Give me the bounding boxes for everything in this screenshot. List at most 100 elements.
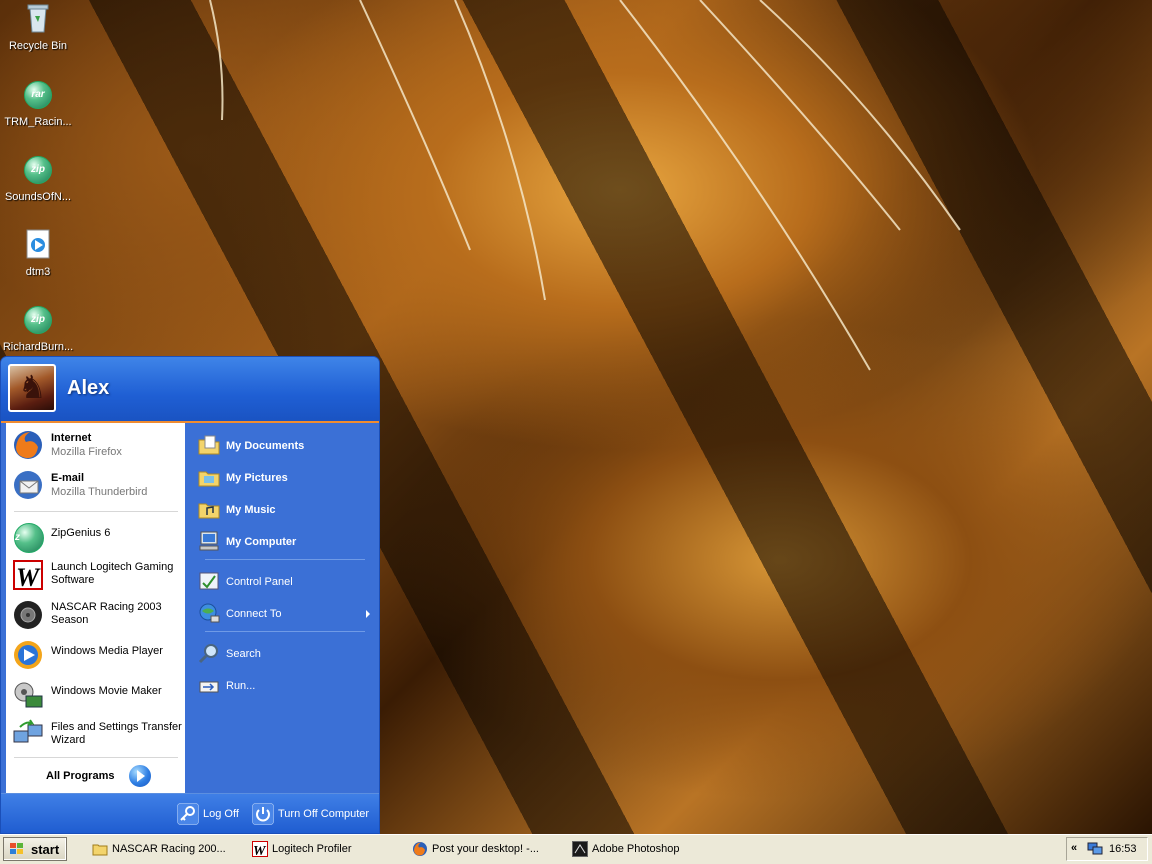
start-menu-footer: Log Off Turn Off Computer [1,793,379,833]
desktop-icon-sounds[interactable]: zip SoundsOfN... [0,153,76,203]
start-menu-header: Alex [1,357,379,423]
tool-run[interactable]: Run... [198,671,374,699]
program-zipgenius[interactable]: z ZipGenius 6 [10,519,182,555]
separator [14,757,178,758]
logitech-w-icon: W [13,560,43,591]
firefox-icon [14,431,42,459]
desktop-icon-dtm3[interactable]: dtm3 [0,228,76,278]
thunderbird-icon [14,471,42,499]
pinned-email[interactable]: E-mail Mozilla Thunderbird [10,467,182,503]
program-windows-movie-maker[interactable]: Windows Movie Maker [10,677,182,713]
system-tray: « 16:53 [1066,837,1148,861]
system-control-panel[interactable]: Control Panel [198,567,374,595]
task-label: Logitech Profiler [272,843,352,855]
my-music-icon [198,503,220,519]
start-menu-places: My Documents My Pictures My Music My Com… [191,423,379,793]
place-label: My Documents [226,440,305,452]
program-label: Launch Logitech Gaming Software [51,561,174,586]
all-programs-button[interactable]: All Programs [6,759,185,789]
my-documents-icon [198,435,220,455]
task-logitech-profiler[interactable]: W Logitech Profiler [248,838,402,860]
turn-off-computer-button[interactable]: Turn Off Computer [252,803,374,825]
task-firefox[interactable]: Post your desktop! -... [408,838,562,860]
media-player-icon [14,641,42,669]
separator [205,631,365,632]
search-icon [198,644,218,664]
program-logitech[interactable]: W Launch Logitech Gaming Software [10,557,182,593]
my-pictures-icon [198,471,220,487]
program-label: Files and Settings Transfer Wizard [51,721,182,746]
place-label: My Pictures [226,472,288,484]
photoshop-icon [572,841,588,857]
separator [205,559,365,560]
place-my-pictures[interactable]: My Pictures [198,463,374,491]
log-off-label: Log Off [203,808,239,820]
desktop-icon-label: TRM_Racin... [4,116,72,128]
submenu-arrow-icon [366,610,370,618]
windows-flag-icon [10,843,23,854]
system-connect-to[interactable]: Connect To [198,599,374,627]
desktop-icon-trm-racing[interactable]: rar TRM_Racin... [0,78,76,128]
place-my-documents[interactable]: My Documents [198,431,374,459]
transfer-wizard-icon [13,719,43,743]
start-menu: Alex Internet Mozilla Firefox E-mail Moz… [0,356,380,834]
tool-label: Search [226,648,261,660]
recycle-bin-icon [27,4,49,33]
program-label: NASCAR Racing 2003 Season [51,601,162,626]
taskbar: start NASCAR Racing 200... W Logitech Pr… [0,834,1152,864]
movie-maker-icon [14,682,43,708]
desktop-icon-recycle-bin[interactable]: Recycle Bin [0,2,76,52]
tire-icon [14,601,42,629]
key-icon [177,803,199,825]
desktop-icon-label: RichardBurn... [2,341,74,353]
separator [14,511,178,512]
start-label: start [31,842,60,857]
program-label: Windows Movie Maker [51,685,162,697]
desktop-icon-label: Recycle Bin [8,40,68,52]
desktop-icon-label: dtm3 [25,266,51,278]
log-off-button[interactable]: Log Off [177,803,247,825]
task-photoshop[interactable]: Adobe Photoshop [568,838,722,860]
program-label: ZipGenius 6 [51,527,111,539]
turn-off-label: Turn Off Computer [278,808,370,820]
place-my-music[interactable]: My Music [198,495,374,523]
user-name: Alex [67,377,110,399]
pinned-internet[interactable]: Internet Mozilla Firefox [10,427,182,463]
desktop-icon-richard-burns[interactable]: zip RichardBurn... [0,303,76,353]
logitech-w-icon: W [252,841,268,857]
program-transfer-wizard[interactable]: Files and Settings Transfer Wizard [10,717,182,753]
media-file-icon [26,229,50,259]
start-button[interactable]: start [3,837,67,861]
all-programs-label: All Programs [46,770,115,782]
connect-to-icon [199,603,220,623]
tool-search[interactable]: Search [198,639,374,667]
svg-text:W: W [16,563,41,591]
desktop-icon-label: SoundsOfN... [4,191,72,203]
clock[interactable]: 16:53 [1109,843,1137,855]
user-avatar[interactable] [8,364,56,412]
system-label: Control Panel [226,576,293,588]
pinned-title: Internet [51,432,92,444]
folder-icon [92,844,108,856]
arrow-right-icon [128,764,152,788]
my-computer-icon [199,531,219,551]
run-icon [199,681,219,693]
program-nascar[interactable]: NASCAR Racing 2003 Season [10,597,182,633]
place-label: My Music [226,504,276,516]
tool-label: Run... [226,680,256,692]
place-label: My Computer [226,536,297,548]
task-label: Adobe Photoshop [592,843,680,855]
task-label: Post your desktop! -... [432,843,539,855]
firefox-icon [413,842,427,856]
rar-archive-icon: rar [22,81,54,113]
zipgenius-icon: z [12,521,44,553]
pinned-subtitle: Mozilla Thunderbird [51,486,148,498]
program-windows-media-player[interactable]: Windows Media Player [10,637,182,673]
tray-expand-button[interactable]: « [1071,842,1077,854]
network-icon[interactable] [1087,842,1103,856]
place-my-computer[interactable]: My Computer [198,527,374,555]
task-label: NASCAR Racing 200... [112,843,226,855]
task-nascar-folder[interactable]: NASCAR Racing 200... [88,838,242,860]
system-label: Connect To [226,608,282,620]
zip-archive-icon: zip [22,306,54,338]
